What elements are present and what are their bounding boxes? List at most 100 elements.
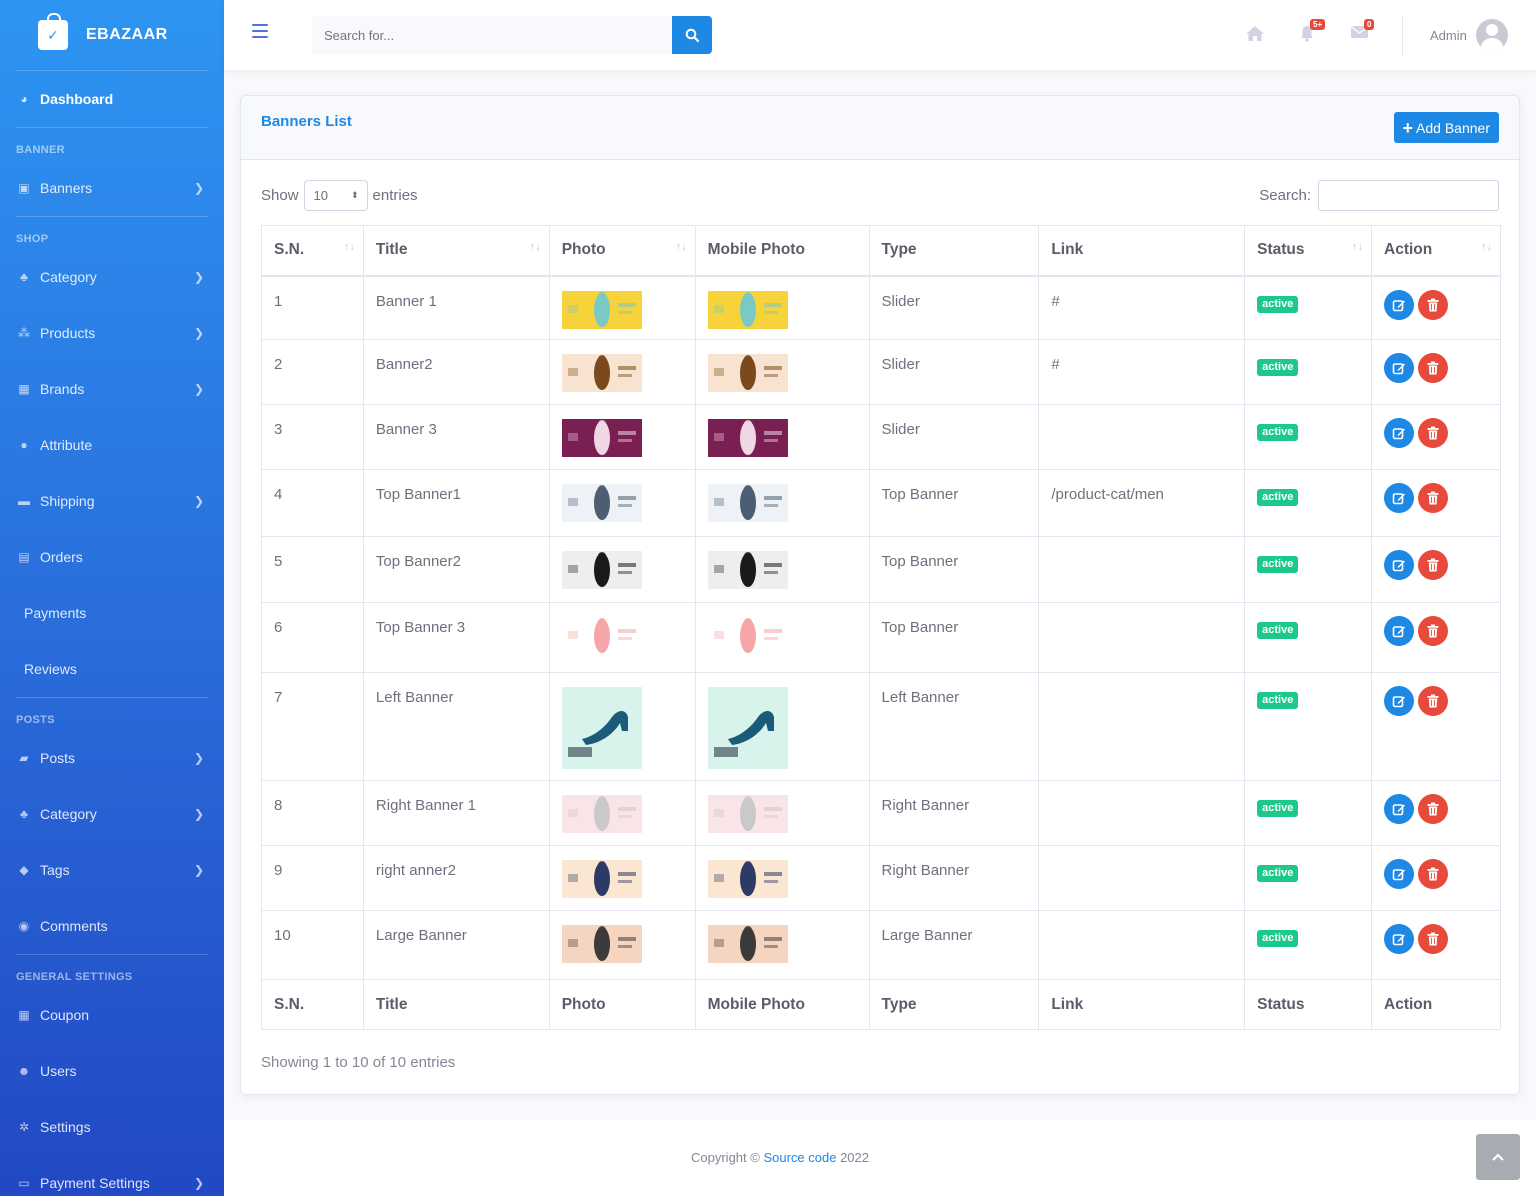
truck-icon: ▬ — [18, 494, 30, 508]
source-code-link[interactable]: Source code — [763, 1150, 836, 1165]
edit-button[interactable] — [1384, 289, 1415, 320]
edit-icon — [1392, 560, 1406, 572]
column-header-sn[interactable]: S.N. ↑↓ — [261, 225, 364, 277]
edit-button[interactable] — [1384, 686, 1415, 716]
sidebar-toggle-icon[interactable] — [252, 24, 268, 44]
copyright: Copyright © Source code 2022 — [224, 1150, 1336, 1165]
sidebar-item-attribute[interactable]: ● Attribute — [0, 417, 224, 473]
plus-icon: + — [1402, 117, 1414, 138]
table-row: 2 Banner2 Slider # active — [261, 339, 1501, 405]
column-header-title[interactable]: Title ↑↓ — [362, 225, 550, 277]
sidebar-item-coupon[interactable]: ▦ Coupon — [0, 987, 224, 1043]
delete-button[interactable] — [1418, 924, 1449, 954]
cell-action — [1371, 910, 1501, 980]
edit-button[interactable] — [1384, 859, 1415, 889]
edit-button[interactable] — [1384, 924, 1415, 954]
sidebar-item-settings[interactable]: ✲ Settings — [0, 1099, 224, 1155]
search-input[interactable] — [312, 16, 672, 54]
column-header-label: Type — [881, 241, 917, 259]
table-search-input[interactable] — [1318, 180, 1499, 211]
sidebar-item-tags[interactable]: ◆ Tags ❯ — [0, 842, 224, 898]
delete-button[interactable] — [1418, 289, 1449, 320]
delete-button[interactable] — [1418, 859, 1449, 889]
sidebar-item-category[interactable]: ♣ Category ❯ — [0, 249, 224, 305]
cell-action — [1371, 780, 1501, 846]
user-name[interactable]: Admin — [1430, 28, 1467, 43]
delete-button[interactable] — [1418, 353, 1449, 383]
banner-photo-image — [561, 860, 642, 898]
cell-link — [1038, 780, 1246, 846]
cell-link — [1038, 910, 1246, 980]
sidebar-item-comments[interactable]: ◉ Comments — [0, 898, 224, 954]
brand-link[interactable]: ✓ EBAZAAR — [0, 0, 224, 70]
column-header-action[interactable]: Action ↑↓ — [1371, 225, 1501, 277]
edit-button[interactable] — [1384, 353, 1415, 383]
cell-sn: 2 — [261, 339, 364, 405]
edit-button[interactable] — [1384, 794, 1415, 824]
edit-button[interactable] — [1384, 616, 1415, 646]
footer: Copyright © Source code 2022 — [224, 1120, 1536, 1196]
sidebar-item-post-category[interactable]: ♣ Category ❯ — [0, 786, 224, 842]
sidebar-item-shipping[interactable]: ▬ Shipping ❯ — [0, 473, 224, 529]
sidebar-item-users[interactable]: ☻ Users — [0, 1043, 224, 1099]
folder-icon: ▰ — [19, 751, 29, 765]
sidebar-item-payments[interactable]: Payments — [0, 585, 224, 641]
cell-link — [1038, 602, 1246, 673]
home-icon[interactable] — [1245, 25, 1265, 47]
cell-type: Large Banner — [868, 910, 1040, 980]
cell-photo — [548, 672, 696, 781]
delete-button[interactable] — [1418, 616, 1449, 646]
sidebar-item-label: Attribute — [40, 437, 93, 453]
cell-action — [1371, 404, 1501, 470]
cell-photo — [548, 339, 696, 405]
edit-button[interactable] — [1384, 550, 1415, 580]
trash-icon — [1427, 867, 1439, 881]
trash-icon — [1427, 361, 1439, 375]
cell-photo — [548, 602, 696, 673]
cell-title: Banner 3 — [362, 404, 550, 470]
cell-action — [1371, 339, 1501, 405]
add-banner-button[interactable]: + Add Banner — [1393, 112, 1499, 143]
delete-button[interactable] — [1418, 550, 1449, 580]
edit-button[interactable] — [1384, 483, 1415, 513]
alerts-dropdown[interactable]: 5+ — [1300, 19, 1326, 47]
delete-button[interactable] — [1418, 794, 1449, 824]
delete-button[interactable] — [1418, 686, 1449, 716]
delete-button[interactable] — [1418, 483, 1449, 513]
sidebar-item-orders[interactable]: ▤ Orders — [0, 529, 224, 585]
sidebar-item-posts[interactable]: ▰ Posts ❯ — [0, 730, 224, 786]
cell-photo — [548, 404, 696, 470]
sidebar-item-banners[interactable]: ▣ Banners ❯ — [0, 160, 224, 216]
sort-caret-icon: ⬍ — [350, 190, 359, 200]
sidebar-item-payment-settings[interactable]: ▭ Payment Settings ❯ — [0, 1155, 224, 1196]
sidebar-item-reviews[interactable]: Reviews — [0, 641, 224, 697]
trash-icon — [1427, 426, 1439, 440]
column-header-status[interactable]: Status ↑↓ — [1244, 225, 1373, 277]
banner-mobile-photo-image — [707, 290, 788, 329]
chevron-right-icon: ❯ — [193, 807, 204, 821]
avatar[interactable] — [1476, 19, 1508, 51]
sidebar-item-dashboard[interactable]: ◕ Dashboard — [0, 71, 224, 127]
cell-action — [1371, 602, 1501, 673]
row-actions — [1384, 418, 1488, 448]
messages-dropdown[interactable]: 0 — [1351, 19, 1375, 43]
sidebar-item-products[interactable]: ⁂ Products ❯ — [0, 305, 224, 361]
scroll-to-top-button[interactable] — [1476, 1134, 1520, 1180]
edit-button[interactable] — [1384, 418, 1415, 448]
cell-type: Right Banner — [868, 780, 1040, 846]
row-actions — [1384, 289, 1488, 320]
page-length-select[interactable]: 10 ⬍ — [303, 180, 368, 211]
edit-icon — [1392, 934, 1406, 946]
cell-mobile-photo — [694, 339, 870, 405]
column-header-photo[interactable]: Photo ↑↓ — [548, 225, 696, 277]
sidebar-item-label: Settings — [40, 1119, 91, 1135]
cell-status: active — [1244, 672, 1373, 781]
delete-button[interactable] — [1418, 418, 1449, 448]
search-button[interactable] — [672, 16, 712, 54]
cell-mobile-photo — [694, 275, 870, 340]
column-header-label: Link — [1051, 241, 1084, 259]
cell-link — [1038, 536, 1246, 603]
sidebar-item-brands[interactable]: ▦ Brands ❯ — [0, 361, 224, 417]
sidebar-item-label: Products — [40, 325, 96, 341]
sidebar-item-label: Tags — [40, 862, 70, 878]
